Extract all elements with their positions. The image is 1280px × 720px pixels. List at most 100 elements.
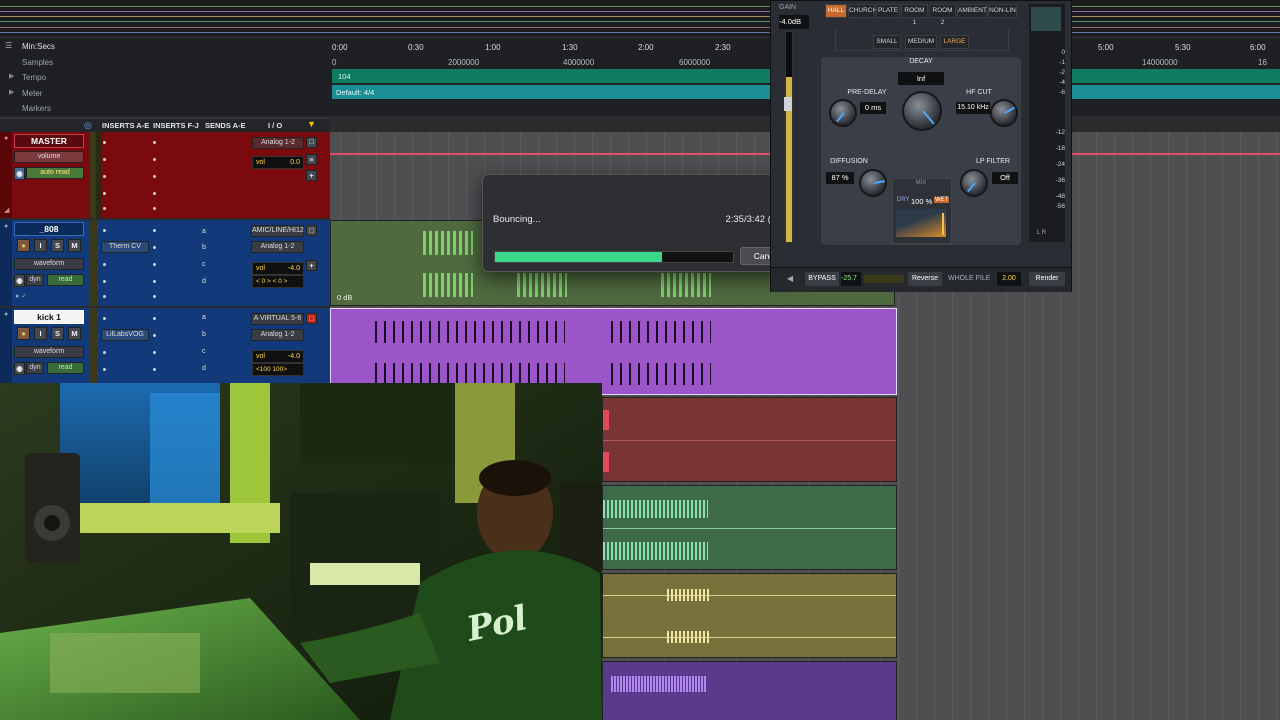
col-inserts-fj[interactable]: INSERTS F-J bbox=[153, 121, 199, 130]
io-window-icon[interactable]: □ bbox=[306, 225, 317, 236]
track-output-selector[interactable]: Analog 1-2 bbox=[251, 241, 304, 253]
ruler-menu-icon[interactable]: ☰ bbox=[5, 41, 12, 50]
col-inserts-ae[interactable]: INSERTS A-E bbox=[102, 121, 149, 130]
col-sends-ae[interactable]: SENDS A-E bbox=[205, 121, 246, 130]
audio-clip-green[interactable] bbox=[602, 485, 897, 570]
predelay-knob[interactable] bbox=[829, 99, 857, 127]
master-automation-mode[interactable]: auto read bbox=[26, 167, 84, 179]
automation-mode-selector[interactable]: read bbox=[47, 362, 84, 374]
master-view-selector[interactable]: volume bbox=[14, 151, 84, 163]
send-slot-a[interactable]: a bbox=[202, 314, 206, 321]
add-automation-icon[interactable]: + bbox=[306, 170, 317, 181]
track-input-selector[interactable]: A VIRTUAL 5-6 bbox=[251, 313, 304, 325]
insert-lillabsvog[interactable]: LilLabsVOG bbox=[101, 329, 149, 341]
clip-gain-label[interactable]: 0 dB bbox=[337, 293, 352, 302]
add-automation-icon[interactable]: + bbox=[306, 260, 317, 271]
size-small[interactable]: SMALL bbox=[873, 35, 901, 49]
reverse-button[interactable]: Reverse bbox=[908, 272, 942, 286]
hfcut-value[interactable]: 15.10 kHz bbox=[955, 101, 991, 115]
hfcut-knob[interactable] bbox=[990, 99, 1018, 127]
send-slot-a[interactable]: a bbox=[202, 228, 206, 235]
dyn-selector[interactable]: dyn bbox=[26, 362, 44, 374]
track-volume[interactable]: vol -4.0 bbox=[252, 350, 304, 363]
track-pan[interactable]: <100 100> bbox=[252, 363, 304, 376]
preview-play-icon[interactable]: ◀ bbox=[787, 274, 793, 283]
gain-fader-handle[interactable] bbox=[784, 97, 792, 111]
track-record-icon[interactable]: ● bbox=[4, 223, 8, 230]
master-volume[interactable]: vol 0.0 bbox=[252, 156, 304, 169]
track-name-kick[interactable]: kick 1 bbox=[14, 310, 84, 324]
send-slot-d[interactable]: d bbox=[202, 278, 206, 285]
master-automation-icon[interactable]: ◉ bbox=[14, 167, 25, 180]
track-pan[interactable]: < 0 > < 0 > bbox=[252, 275, 304, 288]
ruler-label-meter[interactable]: Meter bbox=[22, 89, 42, 98]
track-input-selector[interactable]: AMIC/LINE/HI12 bbox=[251, 225, 304, 237]
automation-mode-selector[interactable]: read bbox=[47, 274, 84, 286]
output-window-icon[interactable]: □ bbox=[306, 137, 317, 148]
render-button[interactable]: Render bbox=[1029, 272, 1065, 286]
track-record-icon[interactable]: ● bbox=[4, 311, 8, 318]
audio-clip-red[interactable] bbox=[602, 397, 897, 482]
mode-room2[interactable]: ROOM 2 bbox=[929, 4, 956, 26]
input-monitor-button[interactable]: I bbox=[34, 239, 47, 252]
track-record-icon[interactable]: ● bbox=[4, 135, 8, 142]
mode-church[interactable]: CHURCH bbox=[848, 4, 877, 18]
record-enable-icon[interactable]: ● bbox=[17, 327, 30, 340]
insert-therm-cv[interactable]: Therm CV bbox=[101, 241, 149, 253]
mix-slider[interactable] bbox=[896, 209, 946, 237]
master-fader-icon[interactable]: ≡ bbox=[306, 154, 317, 165]
decay-knob[interactable] bbox=[902, 91, 942, 131]
track-view-selector[interactable]: waveform bbox=[14, 258, 84, 270]
lpfilter-value[interactable]: Off bbox=[991, 171, 1019, 185]
track-output-selector[interactable]: Analog 1-2 bbox=[251, 329, 304, 341]
solo-button[interactable]: S bbox=[51, 239, 64, 252]
dyn-selector[interactable]: dyn bbox=[26, 274, 44, 286]
mix-value[interactable]: 100 % bbox=[911, 197, 932, 206]
record-enable-icon[interactable]: ● bbox=[17, 239, 30, 252]
columns-toggle-icon[interactable]: ◎ bbox=[84, 120, 92, 131]
size-large[interactable]: LARGE bbox=[940, 35, 969, 49]
io-window-icon[interactable]: □ bbox=[306, 313, 317, 324]
send-slot-d[interactable]: d bbox=[202, 365, 206, 372]
solo-button[interactable]: S bbox=[51, 327, 64, 340]
mute-button[interactable]: M bbox=[68, 239, 81, 252]
playlist-icon[interactable]: ◉ bbox=[14, 362, 25, 375]
ruler-label-tempo[interactable]: Tempo bbox=[22, 73, 46, 82]
playlist-icon[interactable]: ◉ bbox=[14, 274, 25, 287]
predelay-value[interactable]: 0 ms bbox=[859, 101, 887, 115]
send-slot-b[interactable]: b bbox=[202, 244, 206, 251]
mode-hall[interactable]: HALL bbox=[825, 4, 847, 18]
audio-clip-kick[interactable] bbox=[330, 308, 897, 395]
ruler-label-samples[interactable]: Samples bbox=[22, 58, 53, 67]
meter-expand-icon[interactable]: ▶ bbox=[9, 88, 14, 96]
input-monitor-button[interactable]: I bbox=[34, 327, 47, 340]
decay-value[interactable]: Inf bbox=[897, 71, 945, 86]
size-medium[interactable]: MEDIUM bbox=[905, 35, 937, 49]
ruler-label-minsecs[interactable]: Min:Secs bbox=[22, 42, 55, 51]
col-io[interactable]: I / O bbox=[268, 121, 282, 130]
audio-clip-yellow[interactable] bbox=[602, 573, 897, 658]
bypass-button[interactable]: BYPASS bbox=[805, 272, 839, 286]
lpfilter-knob[interactable] bbox=[960, 169, 988, 197]
track-name-master[interactable]: MASTER bbox=[14, 134, 84, 148]
tempo-expand-icon[interactable]: ▶ bbox=[9, 72, 14, 80]
master-output-selector[interactable]: Analog 1-2 bbox=[252, 137, 304, 149]
send-slot-b[interactable]: b bbox=[202, 331, 206, 338]
mode-plate[interactable]: PLATE bbox=[876, 4, 900, 18]
gain-value[interactable]: -4.0dB bbox=[779, 15, 809, 29]
track-view-selector[interactable]: waveform bbox=[14, 346, 84, 358]
ruler-label-markers[interactable]: Markers bbox=[22, 104, 51, 113]
mode-non-lin[interactable]: NON-LIN bbox=[988, 4, 1017, 18]
diffusion-knob[interactable] bbox=[859, 169, 887, 197]
audio-clip-purple[interactable] bbox=[602, 661, 897, 720]
send-slot-c[interactable]: c bbox=[202, 261, 206, 268]
mute-button[interactable]: M bbox=[68, 327, 81, 340]
track-name-808[interactable]: _808 bbox=[14, 222, 84, 236]
track-volume[interactable]: vol -4.0 bbox=[252, 262, 304, 275]
send-slot-c[interactable]: c bbox=[202, 348, 206, 355]
whole-file-value[interactable]: 2.00 bbox=[997, 272, 1021, 286]
mode-room1[interactable]: ROOM 1 bbox=[901, 4, 928, 26]
whole-file-label[interactable]: WHOLE FILE bbox=[948, 275, 990, 282]
mode-ambient[interactable]: AMBIENT bbox=[957, 4, 987, 18]
diffusion-value[interactable]: 87 % bbox=[825, 171, 855, 185]
